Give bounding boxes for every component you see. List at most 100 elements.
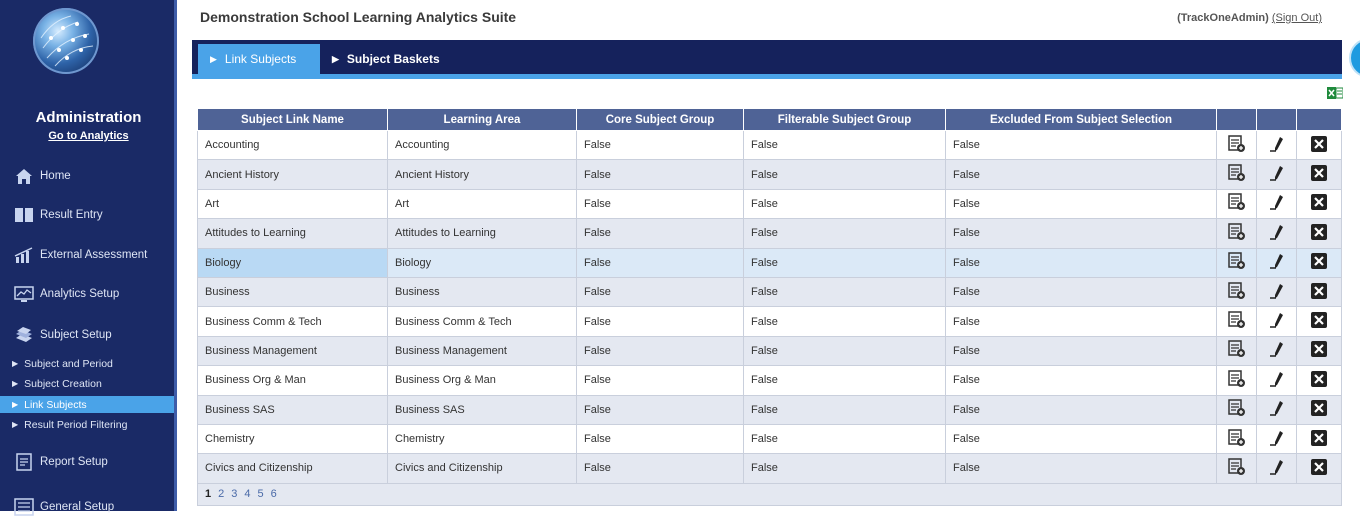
action-cell [1296,306,1342,337]
add-details-icon[interactable] [1227,370,1246,391]
edit-icon[interactable] [1268,459,1286,479]
add-details-icon[interactable] [1227,164,1246,185]
page-link[interactable]: 4 [244,488,250,500]
page-link[interactable]: 1 [205,488,211,500]
table-row[interactable]: Art Art False False False [197,188,1342,220]
edit-icon[interactable] [1268,430,1286,450]
add-details-icon[interactable] [1227,193,1246,214]
logo [33,8,99,74]
column-header[interactable]: Subject Link Name [197,108,388,131]
delete-icon[interactable] [1311,253,1327,272]
delete-icon[interactable] [1311,194,1327,213]
delete-icon[interactable] [1311,370,1327,390]
edit-icon[interactable] [1268,224,1286,244]
add-details-icon[interactable] [1227,281,1246,303]
sidebar-item-label: General Setup [40,501,115,513]
table-row[interactable]: Business Business False False False [197,276,1342,308]
table-cell: False [576,218,744,249]
edit-icon[interactable] [1268,136,1286,156]
table-cell: Attitudes to Learning [387,218,577,249]
delete-icon[interactable] [1311,341,1327,360]
column-header[interactable]: Excluded From Subject Selection [945,108,1217,131]
page-link[interactable]: 2 [218,488,224,500]
excel-export-icon[interactable] [1327,86,1344,100]
edit-icon[interactable] [1268,166,1286,185]
action-cell [1296,129,1342,161]
delete-icon[interactable] [1311,312,1327,331]
sign-out-link[interactable]: (Sign Out) [1272,12,1322,24]
action-cell [1216,453,1257,484]
sidebar-item-report-setup[interactable]: Report Setup [0,447,174,477]
column-header[interactable]: Core Subject Group [576,108,744,131]
add-details-icon[interactable] [1227,399,1246,420]
edit-icon[interactable] [1268,254,1286,273]
edit-icon[interactable] [1268,401,1286,420]
sidebar-item-external-assessment[interactable]: External Assessment [0,240,174,270]
table-cell: Business SAS [387,394,577,425]
table-cell: False [743,188,946,220]
column-header [1296,108,1342,131]
edit-icon[interactable] [1268,283,1286,303]
sidebar-item-analytics-setup[interactable]: Analytics Setup [0,279,174,309]
table-cell: False [743,306,946,337]
delete-icon[interactable] [1311,282,1327,302]
delete-icon[interactable] [1311,165,1327,184]
sidebar-subitem-subject-and-period[interactable]: ▶ Subject and Period [0,355,174,372]
table-row[interactable]: Biology Biology False False False [197,247,1342,278]
table-row[interactable]: Accounting Accounting False False False [197,129,1342,161]
table-row[interactable]: Business Org & Man Business Org & Man Fals… [197,365,1342,396]
table-row[interactable]: Civics and Citizenship Civics and Citizen… [197,453,1342,484]
page-link[interactable]: 3 [231,488,237,500]
edit-icon[interactable] [1268,342,1286,361]
table-row[interactable]: Attitudes to Learning Attitudes to Learni… [197,218,1342,249]
table-row[interactable]: Ancient History Ancient History False False… [197,159,1342,190]
table-row[interactable]: Business Comm & Tech Business Comm & Tech… [197,306,1342,337]
tab-subject-baskets[interactable]: ▶ Subject Baskets [332,44,440,74]
edit-icon[interactable] [1268,195,1286,214]
delete-icon[interactable] [1311,223,1327,243]
sidebar-item-subject-setup[interactable]: Subject Setup [0,320,174,350]
sidebar-item-result-entry[interactable]: Result Entry [0,200,174,230]
table-cell: Business Management [197,335,388,367]
sidebar-subitem-link-subjects[interactable]: ▶ Link Subjects [0,396,174,413]
table-row[interactable]: Business SAS Business SAS False False False [197,394,1342,425]
sidebar-subitem-subject-creation[interactable]: ▶ Subject Creation [0,375,174,392]
table-cell: False [743,423,946,455]
add-details-icon[interactable] [1227,252,1246,273]
action-cell [1216,218,1257,249]
action-cell [1256,306,1297,337]
delete-icon[interactable] [1311,135,1327,155]
table-cell: False [576,247,744,278]
help-bubble[interactable] [1349,38,1360,78]
table-cell: False [945,276,1217,308]
edit-icon[interactable] [1268,371,1286,391]
table-cell: False [576,159,744,190]
table-row[interactable]: Chemistry Chemistry False False False [197,423,1342,455]
delete-icon[interactable] [1311,429,1327,449]
sidebar-item-home[interactable]: Home [0,161,174,191]
table-row[interactable]: Business Management Business Management Fa… [197,335,1342,367]
tab-link-subjects[interactable]: ▶ Link Subjects [198,44,320,74]
go-to-analytics-link[interactable]: Go to Analytics [0,130,177,142]
edit-icon[interactable] [1268,313,1286,332]
add-details-icon[interactable] [1227,340,1246,361]
page-link[interactable]: 5 [258,488,264,500]
action-cell [1296,394,1342,425]
delete-icon[interactable] [1311,458,1327,478]
sidebar-subitem-result-period-filtering[interactable]: ▶ Result Period Filtering [0,416,174,433]
column-header[interactable]: Filterable Subject Group [743,108,946,131]
add-details-icon[interactable] [1227,223,1246,244]
add-details-icon[interactable] [1227,458,1246,479]
add-details-icon[interactable] [1227,311,1246,332]
sidebar-item-general-setup[interactable]: General Setup [0,492,174,522]
book-icon [14,206,34,224]
add-details-icon[interactable] [1227,134,1246,156]
column-header[interactable]: Learning Area [387,108,577,131]
page-link[interactable]: 6 [271,488,277,500]
triangle-right-icon: ▶ [12,379,19,388]
sidebar-section-title: Administration [35,109,142,126]
tab-label: Subject Baskets [346,52,440,66]
sidebar-subitem-label: Link Subjects [24,398,87,411]
delete-icon[interactable] [1311,400,1327,419]
add-details-icon[interactable] [1227,428,1246,450]
